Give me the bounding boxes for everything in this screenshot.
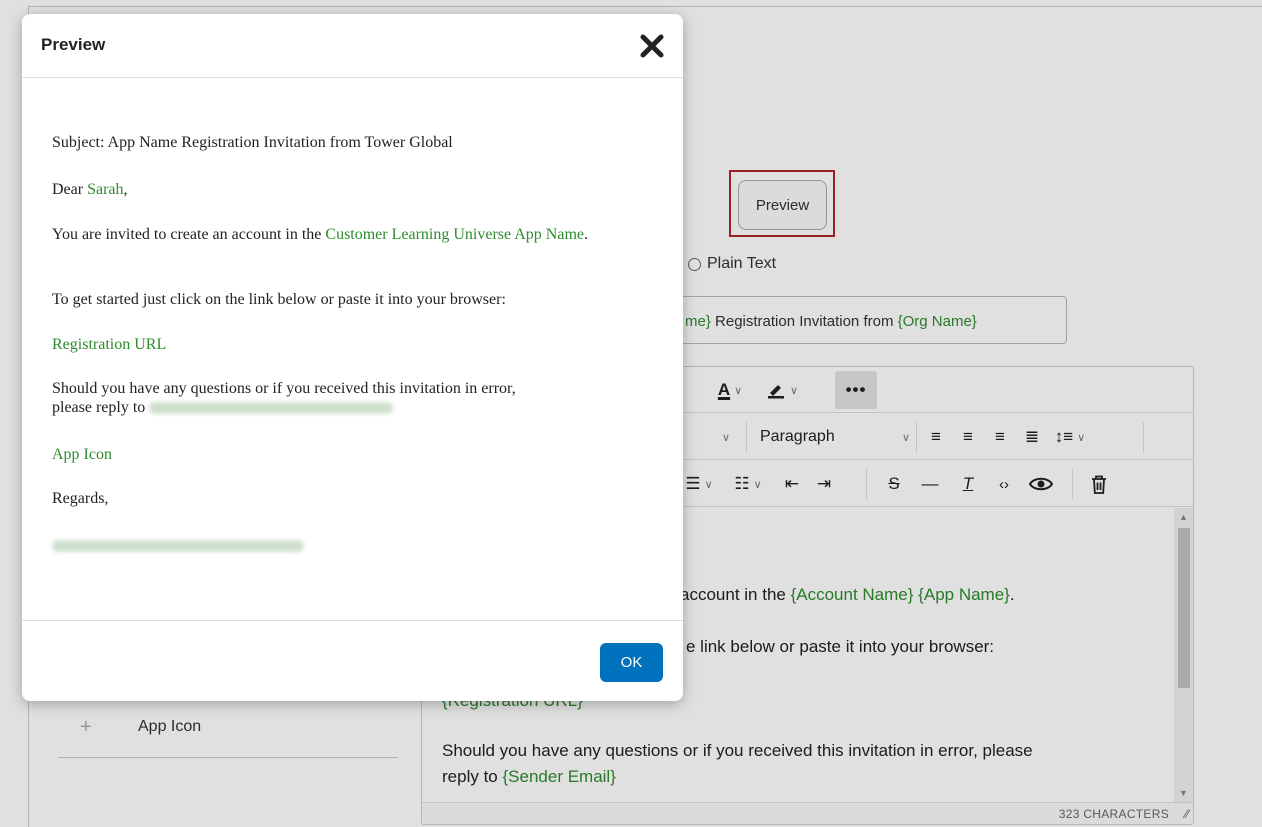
questions-text-2: please reply to (52, 399, 150, 416)
registration-url-link[interactable]: Registration URL (52, 335, 652, 354)
invite-text: You are invited to create an account in … (52, 226, 326, 243)
ok-button[interactable]: OK (600, 643, 663, 682)
email-invite-line: You are invited to create an account in … (52, 225, 652, 244)
greeting-punct: , (123, 181, 128, 198)
blurred-sender-email (149, 402, 394, 415)
greeting-text: Dear (52, 181, 88, 198)
email-greeting: Dear Sarah, (52, 180, 652, 199)
modal-footer: OK (22, 620, 683, 701)
app-name-link: Customer Learning Universe App Name (325, 226, 584, 243)
email-questions: Should you have any questions or if you … (52, 379, 652, 417)
email-preview-body: Subject: App Name Registration Invitatio… (22, 79, 683, 620)
modal-header: Preview (22, 14, 683, 78)
email-regards: Regards, (52, 490, 109, 507)
email-subject-line: Subject: App Name Registration Invitatio… (52, 134, 453, 151)
close-button[interactable] (636, 30, 668, 62)
invite-punct: . (584, 226, 588, 243)
questions-text: Should you have any questions or if you … (52, 380, 516, 397)
blurred-sender-signature (52, 540, 304, 553)
email-signature (52, 536, 652, 555)
modal-title: Preview (41, 35, 106, 54)
app-icon-placeholder: App Icon (52, 446, 112, 463)
recipient-name: Sarah (87, 181, 124, 198)
email-get-started: To get started just click on the link be… (52, 291, 506, 308)
close-icon (640, 34, 664, 58)
preview-modal: Preview Subject: App Name Registration I… (22, 14, 683, 701)
